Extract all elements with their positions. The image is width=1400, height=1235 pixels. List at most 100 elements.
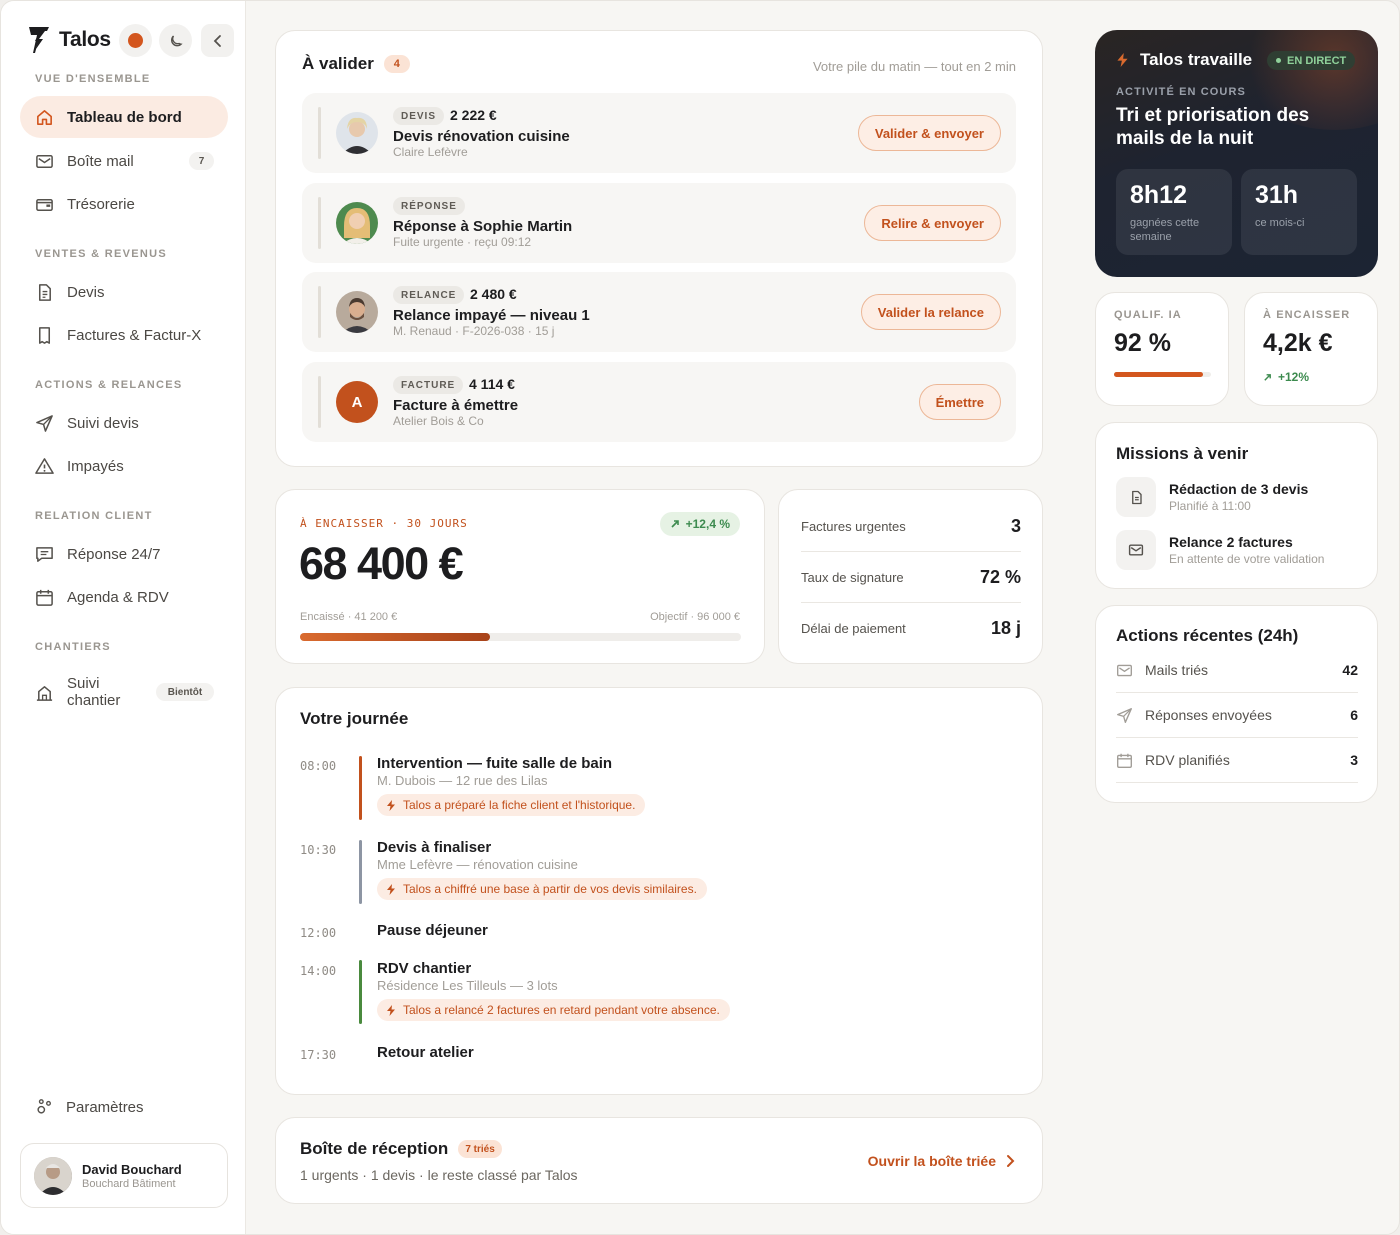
event-line <box>359 840 362 904</box>
validate-row-reply[interactable]: RÉPONSE Réponse à Sophie Martin Fuite ur… <box>302 183 1016 263</box>
to-validate-hint: Votre pile du matin — tout en 2 min <box>812 59 1016 74</box>
validate-reminder-button[interactable]: Valider la relance <box>860 294 1001 330</box>
sidebar-item-treasury[interactable]: Trésorerie <box>20 183 228 225</box>
mini-trend-value: +12% <box>1278 370 1310 384</box>
to-collect-card: À ENCAISSER 4,2k € +12% <box>1244 292 1378 406</box>
row-amount: 2 222 € <box>450 107 497 123</box>
mission-item[interactable]: Rédaction de 3 devis Planifié à 11:00 <box>1116 477 1308 517</box>
row-type-tag: DEVIS <box>393 107 445 125</box>
live-badge-label: EN DIRECT <box>1287 54 1347 67</box>
missions-card: Missions à venir Rédaction de 3 devis Pl… <box>1095 422 1378 589</box>
cash-progress-track <box>300 633 741 641</box>
talos-note-text: Talos a relancé 2 factures en retard pen… <box>403 1003 720 1017</box>
validate-row-invoice[interactable]: A FACTURE 4 114 € Facture à émettre Atel… <box>302 362 1016 442</box>
to-validate-title: À valider <box>302 54 374 73</box>
recent-action-label: Réponses envoyées <box>1145 707 1272 723</box>
day-card: Votre journée 08:00 Intervention — fuite… <box>275 687 1043 1095</box>
recent-action-replies: Réponses envoyées 6 <box>1116 693 1358 738</box>
kpi-value: 3 <box>1010 515 1021 536</box>
nav-section-sales: VENTES & REVENUS <box>35 248 168 260</box>
live-badge: EN DIRECT <box>1267 51 1356 70</box>
mini-value: 92 % <box>1114 329 1171 357</box>
live-activity-card: Talos travaille EN DIRECT ACTIVITÉ EN CO… <box>1095 30 1378 277</box>
nav-section-actions: ACTIONS & RELANCES <box>35 379 183 391</box>
sidebar: Talos VUE D'ENSEMBLE Tableau de bord Boî… <box>1 1 246 1234</box>
settings-link[interactable]: Paramètres <box>35 1098 144 1116</box>
collapse-sidebar-button[interactable] <box>201 24 234 57</box>
live-stat-label: ce mois-ci <box>1255 217 1305 229</box>
recent-action-value: 6 <box>1350 707 1358 723</box>
row-type-tag: RELANCE <box>393 286 465 304</box>
event-title[interactable]: RDV chantier <box>377 960 471 977</box>
chevron-left-icon <box>213 34 221 47</box>
kpi-card: Factures urgentes 3 Taux de signature 72… <box>778 489 1043 664</box>
mail-icon <box>36 154 53 168</box>
recent-actions-title: Actions récentes (24h) <box>1116 626 1299 645</box>
validate-row-reminder[interactable]: RELANCE 2 480 € Relance impayé — niveau … <box>302 272 1016 352</box>
recent-action-label: Mails triés <box>1145 662 1209 678</box>
bolt-icon <box>387 799 395 811</box>
event-title[interactable]: Pause déjeuner <box>377 922 488 939</box>
sidebar-item-label: Suivi devis <box>67 414 139 432</box>
user-avatar <box>34 1156 72 1195</box>
sidebar-item-quotes[interactable]: Devis <box>20 271 228 313</box>
sidebar-item-unpaid[interactable]: Impayés <box>20 445 228 487</box>
sidebar-item-label: Trésorerie <box>67 195 135 213</box>
sidebar-item-calendar[interactable]: Agenda & RDV <box>20 576 228 618</box>
sidebar-item-reply-247[interactable]: Réponse 24/7 <box>20 533 228 575</box>
sidebar-item-site-tracking[interactable]: Suivi chantier Bientôt <box>20 669 228 715</box>
sidebar-item-label: Réponse 24/7 <box>67 545 161 563</box>
cash-collected: Encaissé · 41 200 € <box>300 611 398 623</box>
cash-progress-fill <box>300 633 490 641</box>
open-inbox-link[interactable]: Ouvrir la boîte triée <box>868 1153 1016 1169</box>
recent-action-value: 3 <box>1350 752 1358 768</box>
talos-note-chip: Talos a chiffré une base à partir de vos… <box>377 878 707 900</box>
event-time: 14:00 <box>300 964 337 978</box>
kpi-urgent-invoices: Factures urgentes 3 <box>801 501 1021 552</box>
day-title: Votre journée <box>300 709 409 728</box>
sidebar-item-invoices[interactable]: Factures & Factur-X <box>20 314 228 356</box>
live-stat-week: 8h12 gagnées cette semaine <box>1116 169 1232 255</box>
home-icon <box>37 109 52 125</box>
kpi-label: Factures urgentes <box>801 518 906 534</box>
ai-progress-track <box>1114 372 1211 377</box>
mail-icon <box>1128 544 1144 556</box>
theme-toggle-button[interactable] <box>159 24 192 57</box>
user-company: Bouchard Bâtiment <box>82 1177 176 1190</box>
cash-trend-badge: +12,4 % <box>659 512 740 536</box>
document-icon <box>38 283 51 301</box>
validate-row-quote[interactable]: DEVIS 2 222 € Devis rénovation cuisine C… <box>302 93 1016 173</box>
brand[interactable]: Talos <box>27 25 111 55</box>
mini-trend: +12% <box>1263 370 1359 384</box>
event-subtitle: Mme Lefèvre — rénovation cuisine <box>377 857 578 872</box>
cash-card: À ENCAISSER · 30 JOURS +12,4 % 68 400 € … <box>275 489 765 664</box>
live-title: Talos travaille <box>1140 50 1253 69</box>
trend-up-icon <box>1264 373 1271 381</box>
kpi-signature-rate: Taux de signature 72 % <box>801 552 1021 603</box>
ai-qualification-card: QUALIF. IA 92 % <box>1095 292 1229 406</box>
row-amount: 2 480 € <box>470 286 517 302</box>
calendar-icon <box>1117 753 1132 768</box>
wallet-icon <box>36 198 53 211</box>
sidebar-item-dashboard[interactable]: Tableau de bord <box>20 96 228 138</box>
document-icon <box>1131 490 1142 504</box>
validate-send-button[interactable]: Valider & envoyer <box>857 115 1001 151</box>
nav-section-client: RELATION CLIENT <box>35 510 153 522</box>
sidebar-item-label: Impayés <box>67 457 124 475</box>
status-toggle-button[interactable] <box>119 24 152 57</box>
event-title[interactable]: Retour atelier <box>377 1044 474 1061</box>
sidebar-item-label: Agenda & RDV <box>67 588 169 606</box>
sidebar-item-mailbox[interactable]: Boîte mail 7 <box>20 140 228 182</box>
settings-icon <box>37 1099 51 1114</box>
mission-item[interactable]: Relance 2 factures En attente de votre v… <box>1116 530 1324 570</box>
mini-caption: QUALIF. IA <box>1114 309 1182 321</box>
event-title[interactable]: Intervention — fuite salle de bain <box>377 755 612 772</box>
user-profile-card[interactable]: David Bouchard Bouchard Bâtiment <box>20 1143 228 1208</box>
client-avatar <box>336 291 378 333</box>
event-title[interactable]: Devis à finaliser <box>377 839 491 856</box>
bolt-icon <box>1117 53 1128 67</box>
kpi-label: Délai de paiement <box>801 621 906 636</box>
sidebar-item-quote-tracking[interactable]: Suivi devis <box>20 402 228 444</box>
issue-invoice-button[interactable]: Émettre <box>918 384 1001 420</box>
review-send-button[interactable]: Relire & envoyer <box>864 205 1001 241</box>
